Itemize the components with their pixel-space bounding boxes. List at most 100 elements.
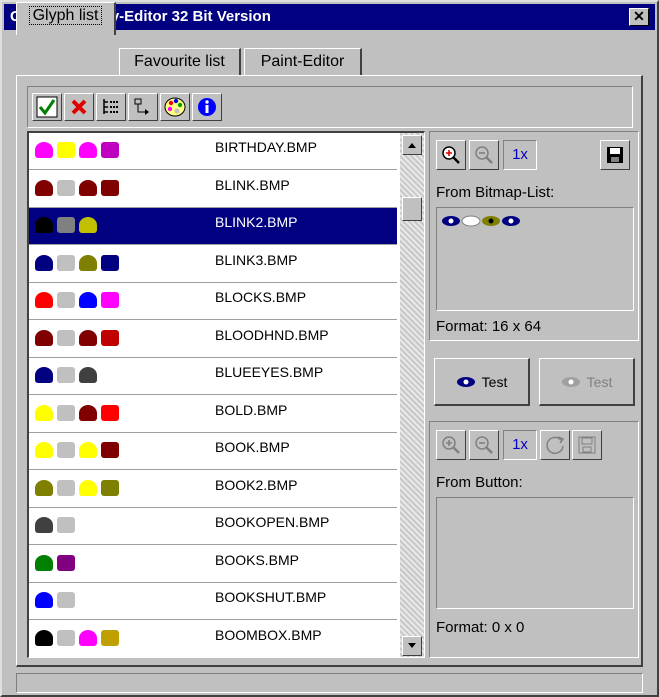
glyph-frame bbox=[101, 442, 119, 459]
glyph-thumbnails bbox=[35, 629, 185, 647]
glyph-thumbnails bbox=[35, 216, 185, 234]
glyph-row[interactable]: BOOKSHUT.BMP bbox=[29, 583, 397, 620]
bitmap-zoom-level: 1x bbox=[503, 140, 537, 170]
zoom-in-button[interactable] bbox=[436, 140, 466, 170]
glyph-frame bbox=[35, 404, 53, 421]
arrow-up-icon bbox=[408, 143, 416, 148]
glyph-thumbnails bbox=[35, 516, 185, 534]
eye-icon bbox=[561, 376, 580, 387]
button-preview bbox=[436, 497, 634, 609]
tab-favourite-list[interactable]: Favourite list bbox=[119, 48, 241, 76]
glyph-frame bbox=[57, 179, 75, 196]
glyph-row[interactable]: BLOODHND.BMP bbox=[29, 321, 397, 358]
vertical-scrollbar[interactable] bbox=[400, 133, 424, 657]
glyph-frame bbox=[101, 217, 119, 234]
from-bitmap-label: From Bitmap-List: bbox=[436, 184, 555, 201]
glyph-row[interactable]: BLINK2.BMP bbox=[29, 208, 397, 245]
tab-paint-editor[interactable]: Paint-Editor bbox=[244, 48, 362, 76]
glyph-frame bbox=[79, 517, 97, 534]
bitmap-preview bbox=[436, 207, 634, 311]
scroll-thumb[interactable] bbox=[402, 197, 422, 221]
info-button[interactable] bbox=[192, 93, 222, 121]
tab-glyph-list[interactable]: Glyph list bbox=[16, 2, 116, 35]
glyph-frame bbox=[101, 292, 119, 309]
glyph-frame bbox=[57, 367, 75, 384]
glyph-frame bbox=[57, 479, 75, 496]
close-button[interactable]: ✕ bbox=[629, 8, 649, 26]
glyph-thumbnails bbox=[35, 179, 185, 197]
glyph-thumbnails bbox=[35, 404, 185, 422]
glyph-row[interactable]: BOOK.BMP bbox=[29, 433, 397, 470]
glyph-row[interactable]: BOLD.BMP bbox=[29, 396, 397, 433]
bitmap-preview-image bbox=[442, 215, 520, 227]
glyph-frame bbox=[57, 442, 75, 459]
glyph-frame bbox=[35, 292, 53, 309]
tree-list-button[interactable] bbox=[96, 93, 126, 121]
zoom-out-button[interactable] bbox=[469, 140, 499, 170]
glyph-frame bbox=[101, 329, 119, 346]
glyph-frame bbox=[101, 404, 119, 421]
glyph-frame bbox=[101, 367, 119, 384]
bitmap-format: Format: 16 x 64 bbox=[436, 318, 542, 335]
zoom-out-icon bbox=[475, 146, 493, 164]
glyph-name: BLOCKS.BMP bbox=[215, 289, 307, 305]
refresh-button[interactable] bbox=[540, 430, 570, 460]
scroll-up-button[interactable] bbox=[402, 135, 422, 155]
export-button[interactable] bbox=[128, 93, 158, 121]
save-button[interactable] bbox=[600, 140, 630, 170]
glyph-list-panel: BIRTHDAY.BMP BLINK.BMP BLINK2.BMP BLINK3.BM… bbox=[16, 75, 643, 667]
glyph-frame bbox=[57, 404, 75, 421]
glyph-list[interactable]: BIRTHDAY.BMP BLINK.BMP BLINK2.BMP BLINK3.BM… bbox=[27, 131, 425, 658]
export-icon bbox=[134, 98, 149, 115]
zoom-out-button-2[interactable] bbox=[469, 430, 499, 460]
delete-button[interactable] bbox=[64, 93, 94, 121]
button-group: 1x From Button: Format: 0 x 0 bbox=[429, 421, 639, 658]
refresh-icon bbox=[546, 436, 565, 455]
glyph-frame bbox=[35, 479, 53, 496]
glyph-frame bbox=[57, 329, 75, 346]
glyph-frame bbox=[35, 592, 53, 609]
glyph-row[interactable]: BOOKOPEN.BMP bbox=[29, 508, 397, 545]
save-icon bbox=[578, 436, 596, 454]
glyph-thumbnails bbox=[35, 291, 185, 309]
glyph-row[interactable]: BLOCKS.BMP bbox=[29, 283, 397, 320]
glyph-row[interactable]: BLUEEYES.BMP bbox=[29, 358, 397, 395]
scroll-down-button[interactable] bbox=[402, 636, 422, 656]
zoom-in-button-2[interactable] bbox=[436, 430, 466, 460]
glyph-row[interactable]: BIRTHDAY.BMP bbox=[29, 133, 397, 170]
glyph-frame bbox=[57, 554, 75, 571]
test-button-label: Test bbox=[481, 373, 508, 390]
test-button[interactable]: Test bbox=[434, 358, 530, 406]
glyph-frame bbox=[35, 254, 53, 271]
save-button-2[interactable] bbox=[572, 430, 602, 460]
glyph-name: BLUEEYES.BMP bbox=[215, 364, 324, 380]
glyph-frame bbox=[35, 367, 53, 384]
tree-list-icon bbox=[103, 99, 118, 114]
glyph-frame bbox=[35, 554, 53, 571]
zoom-out-icon bbox=[475, 436, 493, 454]
glyph-frame bbox=[79, 367, 97, 384]
glyph-row[interactable]: BOOKS.BMP bbox=[29, 546, 397, 583]
accept-button[interactable] bbox=[32, 93, 62, 121]
save-icon bbox=[607, 147, 623, 163]
glyph-name: BIRTHDAY.BMP bbox=[215, 139, 317, 155]
palette-button[interactable] bbox=[160, 93, 190, 121]
glyph-frame bbox=[101, 479, 119, 496]
tab-paint-editor-label: Paint-Editor bbox=[260, 53, 345, 70]
zoom-in-icon bbox=[442, 436, 460, 454]
test-button-disabled[interactable]: Test bbox=[539, 358, 635, 406]
glyph-row[interactable]: BLINK.BMP bbox=[29, 171, 397, 208]
glyph-name: BOOKOPEN.BMP bbox=[215, 514, 330, 530]
toolbar bbox=[27, 86, 633, 128]
glyph-row[interactable]: BOOK2.BMP bbox=[29, 471, 397, 508]
glyph-frame bbox=[57, 254, 75, 271]
glyph-row[interactable]: BOOMBOX.BMP bbox=[29, 621, 397, 657]
button-zoom-level: 1x bbox=[503, 430, 537, 460]
glyph-row[interactable]: BLINK3.BMP bbox=[29, 246, 397, 283]
glyph-frame bbox=[35, 217, 53, 234]
glyph-frame bbox=[79, 554, 97, 571]
glyph-name: BOOK2.BMP bbox=[215, 476, 298, 493]
glyph-frame bbox=[79, 404, 97, 421]
glyph-name: BOLD.BMP bbox=[215, 401, 288, 418]
glyph-name: BOOK.BMP bbox=[215, 439, 290, 455]
